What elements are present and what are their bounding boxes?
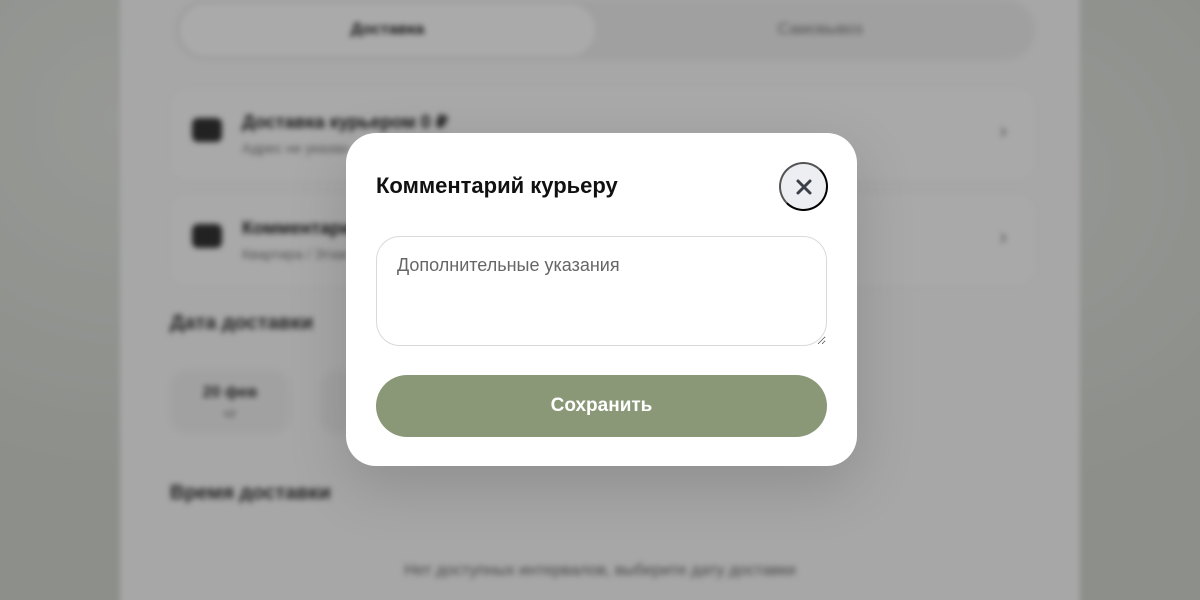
comment-textarea[interactable] bbox=[376, 236, 827, 346]
modal-title: Комментарий курьеру bbox=[376, 173, 618, 198]
save-button[interactable]: Сохранить bbox=[376, 375, 827, 437]
courier-comment-modal: Комментарий курьеру Сохранить bbox=[346, 133, 857, 466]
close-button[interactable] bbox=[779, 162, 828, 211]
close-icon bbox=[796, 179, 811, 194]
